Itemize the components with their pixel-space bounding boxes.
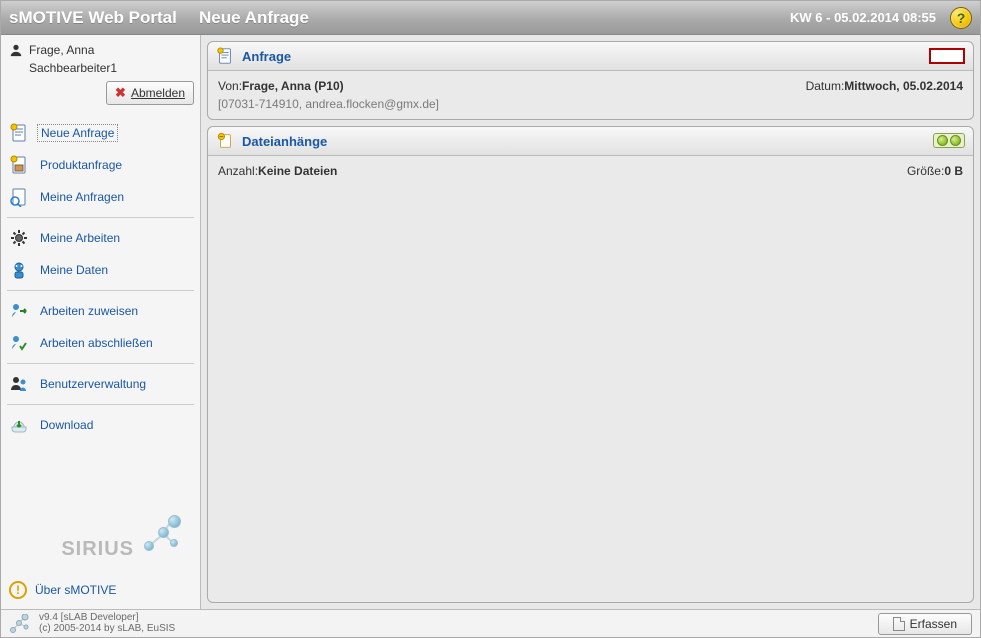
user-role: Sachbearbeiter1 — [7, 59, 194, 81]
download-icon — [9, 415, 29, 435]
sidebar-item-benutzerverwaltung[interactable]: Benutzerverwaltung — [7, 368, 194, 400]
dateianhaenge-panel-head: Dateianhänge — [208, 127, 973, 156]
portal-title: sMOTIVE Web Portal — [9, 8, 199, 28]
help-icon[interactable]: ? — [950, 7, 972, 29]
footer-version: v9.4 [sLAB Developer] — [39, 613, 175, 624]
count-value: Keine Dateien — [258, 164, 337, 178]
logout-label: Abmelden — [131, 86, 185, 100]
sidebar-item-produktanfrage[interactable]: Produktanfrage — [7, 149, 194, 181]
date-week-label: KW 6 - 05.02.2014 08:55 — [790, 10, 936, 25]
product-request-icon — [9, 155, 29, 175]
sidebar-item-meine-daten[interactable]: Meine Daten — [7, 254, 194, 286]
close-work-icon — [9, 333, 29, 353]
footer-copyright: (c) 2005-2014 by sLAB, EuSIS — [39, 624, 175, 635]
nav-separator — [7, 217, 194, 218]
user-name-row: Frage, Anna — [7, 41, 194, 59]
sidebar-item-label: Meine Anfragen — [37, 189, 127, 205]
erfassen-label: Erfassen — [910, 617, 957, 631]
my-data-icon — [9, 260, 29, 280]
attachment-icon — [216, 132, 234, 150]
sidebar-item-label: Meine Daten — [37, 262, 111, 278]
dateianhaenge-panel: Dateianhänge Anzahl: Keine Dateien Größe… — [207, 126, 974, 603]
person-icon — [9, 43, 23, 57]
from-label: Von: — [218, 79, 242, 93]
sidebar-item-label: Meine Arbeiten — [37, 230, 123, 246]
footer: v9.4 [sLAB Developer] (c) 2005-2014 by s… — [1, 609, 980, 637]
anfrage-panel-title: Anfrage — [242, 49, 291, 64]
about-link[interactable]: ! Über sMOTIVE — [7, 575, 194, 609]
sidebar-item-meine-arbeiten[interactable]: Meine Arbeiten — [7, 222, 194, 254]
nav: Neue Anfrage Produktanfrage Meine Anfrag… — [7, 117, 194, 441]
nav-separator — [7, 290, 194, 291]
user-admin-icon — [9, 374, 29, 394]
sidebar-item-label: Arbeiten zuweisen — [37, 303, 141, 319]
main-content: Anfrage Von: Frage, Anna (P10) Datum: Mi… — [201, 35, 980, 609]
my-requests-icon — [9, 187, 29, 207]
sirius-word: SIRIUS — [61, 538, 134, 561]
priority-badge[interactable] — [929, 48, 965, 64]
sirius-dots-icon — [140, 515, 186, 561]
sidebar-item-label: Download — [37, 417, 96, 433]
close-icon: ✖ — [115, 85, 126, 101]
dateianhaenge-panel-title: Dateianhänge — [242, 134, 327, 149]
app-window: sMOTIVE Web Portal Neue Anfrage KW 6 - 0… — [0, 0, 981, 638]
about-label: Über sMOTIVE — [35, 583, 116, 597]
sidebar-item-label: Neue Anfrage — [37, 124, 118, 142]
sidebar-item-arbeiten-zuweisen[interactable]: Arbeiten zuweisen — [7, 295, 194, 327]
nav-separator — [7, 404, 194, 405]
my-work-icon — [9, 228, 29, 248]
sidebar-item-arbeiten-abschliessen[interactable]: Arbeiten abschließen — [7, 327, 194, 359]
status-traffic-icon[interactable] — [933, 133, 965, 148]
topbar: sMOTIVE Web Portal Neue Anfrage KW 6 - 0… — [1, 1, 980, 35]
contact-info: [07031-714910, andrea.flocken@gmx.de] — [218, 97, 439, 111]
assign-work-icon — [9, 301, 29, 321]
sirius-small-icon — [9, 614, 31, 634]
sidebar-item-neue-anfrage[interactable]: Neue Anfrage — [7, 117, 194, 149]
user-name: Frage, Anna — [29, 43, 94, 57]
sirius-logo: SIRIUS — [7, 505, 194, 575]
new-request-icon — [9, 123, 29, 143]
erfassen-button[interactable]: Erfassen — [878, 613, 972, 635]
sidebar-item-meine-anfragen[interactable]: Meine Anfragen — [7, 181, 194, 213]
date-value: Mittwoch, 05.02.2014 — [844, 79, 963, 93]
size-value: 0 B — [944, 164, 963, 178]
sidebar-item-label: Benutzerverwaltung — [37, 376, 149, 392]
sidebar-item-label: Arbeiten abschließen — [37, 335, 156, 351]
footer-text: v9.4 [sLAB Developer] (c) 2005-2014 by s… — [39, 613, 175, 634]
count-label: Anzahl: — [218, 164, 258, 178]
logout-button[interactable]: ✖ Abmelden — [106, 81, 194, 105]
page-title: Neue Anfrage — [199, 8, 309, 28]
document-icon — [893, 617, 905, 631]
sidebar-item-label: Produktanfrage — [37, 157, 125, 173]
sidebar-item-download[interactable]: Download — [7, 409, 194, 441]
size-label: Größe: — [907, 164, 944, 178]
from-value: Frage, Anna (P10) — [242, 79, 344, 93]
anfrage-panel-head: Anfrage — [208, 42, 973, 71]
nav-separator — [7, 363, 194, 364]
sidebar: Frage, Anna Sachbearbeiter1 ✖ Abmelden N… — [1, 35, 201, 609]
date-label: Datum: — [806, 79, 845, 93]
footer-logo — [9, 614, 31, 634]
request-icon — [216, 47, 234, 65]
info-icon: ! — [9, 581, 27, 599]
anfrage-panel: Anfrage Von: Frage, Anna (P10) Datum: Mi… — [207, 41, 974, 120]
